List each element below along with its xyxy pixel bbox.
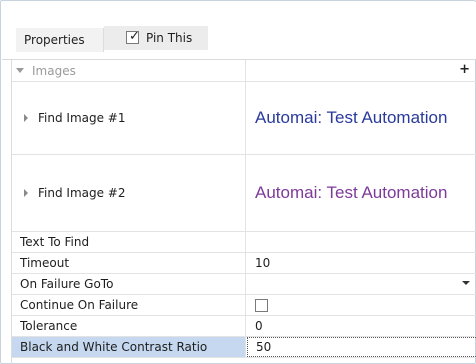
property-name-cell: Find Image #1 — [12, 82, 246, 154]
category-value-cell: + — [247, 60, 476, 81]
property-row-text-to-find[interactable]: Text To Find — [12, 232, 476, 253]
find-image-2-preview[interactable]: Automai: Test Automation — [247, 155, 476, 231]
bw-contrast-ratio-input[interactable]: 50 — [247, 337, 476, 357]
timeout-label: Timeout — [20, 256, 70, 270]
tolerance-input[interactable]: 0 — [247, 316, 476, 336]
pin-this-label: Pin This — [146, 31, 193, 45]
properties-tab-button[interactable]: Properties — [16, 28, 104, 52]
property-row-find-image-2[interactable]: Find Image #2 Automai: Test Automation — [12, 155, 476, 232]
continue-on-failure-label: Continue On Failure — [20, 298, 139, 312]
properties-panel: Properties ✓ Pin This Images + Find Imag… — [0, 0, 476, 364]
continue-on-failure-checkbox[interactable] — [255, 298, 268, 312]
image-preview-text: Automai: Test Automation — [255, 108, 448, 127]
property-name-cell: Find Image #2 — [12, 155, 246, 231]
find-image-2-label: Find Image #2 — [38, 186, 126, 200]
category-label: Images — [32, 63, 76, 78]
category-name-cell: Images — [12, 60, 246, 81]
category-row-images[interactable]: Images + — [12, 60, 476, 82]
text-to-find-input[interactable] — [247, 232, 476, 252]
timeout-value: 10 — [255, 256, 271, 270]
timeout-input[interactable]: 10 — [247, 253, 476, 273]
property-row-tolerance[interactable]: Tolerance 0 — [12, 316, 476, 337]
property-name-cell: Black and White Contrast Ratio — [12, 337, 246, 357]
bw-contrast-ratio-value: 50 — [256, 340, 272, 354]
expand-arrow-icon[interactable] — [24, 189, 28, 197]
property-grid: Images + Find Image #1 Automai: Test Aut… — [11, 60, 476, 364]
bw-contrast-ratio-label: Black and White Contrast Ratio — [20, 340, 208, 354]
property-name-cell: Text To Find — [12, 232, 246, 252]
property-name-cell: On Failure GoTo — [12, 274, 246, 294]
property-row-timeout[interactable]: Timeout 10 — [12, 253, 476, 274]
properties-tab-label: Properties — [24, 33, 85, 47]
expand-arrow-icon[interactable] — [24, 114, 28, 122]
property-name-cell: Tolerance — [12, 316, 246, 336]
on-failure-goto-dropdown[interactable] — [247, 274, 476, 294]
collapse-arrow-icon[interactable] — [16, 68, 24, 73]
property-row-continue-on-failure[interactable]: Continue On Failure — [12, 295, 476, 316]
image-preview-text: Automai: Test Automation — [255, 183, 448, 202]
property-name-cell: Continue On Failure — [12, 295, 246, 315]
tolerance-label: Tolerance — [20, 319, 78, 333]
property-row-find-image-1[interactable]: Find Image #1 Automai: Test Automation — [12, 82, 476, 155]
property-row-bw-contrast-ratio[interactable]: Black and White Contrast Ratio 50 — [12, 337, 476, 358]
on-failure-goto-label: On Failure GoTo — [20, 277, 114, 291]
find-image-1-preview[interactable]: Automai: Test Automation — [247, 82, 476, 154]
find-image-1-label: Find Image #1 — [38, 111, 126, 125]
pin-this-toggle[interactable]: ✓ Pin This — [104, 26, 208, 50]
property-row-on-failure-goto[interactable]: On Failure GoTo — [12, 274, 476, 295]
continue-on-failure-cell — [247, 295, 476, 315]
text-to-find-label: Text To Find — [20, 235, 90, 249]
checkmark-icon: ✓ — [129, 29, 140, 44]
property-name-cell: Timeout — [12, 253, 246, 273]
pin-checkbox[interactable]: ✓ — [126, 29, 140, 44]
add-image-icon[interactable]: + — [459, 62, 470, 77]
dropdown-arrow-icon[interactable] — [462, 281, 470, 285]
properties-toolbar: Properties ✓ Pin This — [2, 2, 476, 60]
tolerance-value: 0 — [255, 319, 263, 333]
